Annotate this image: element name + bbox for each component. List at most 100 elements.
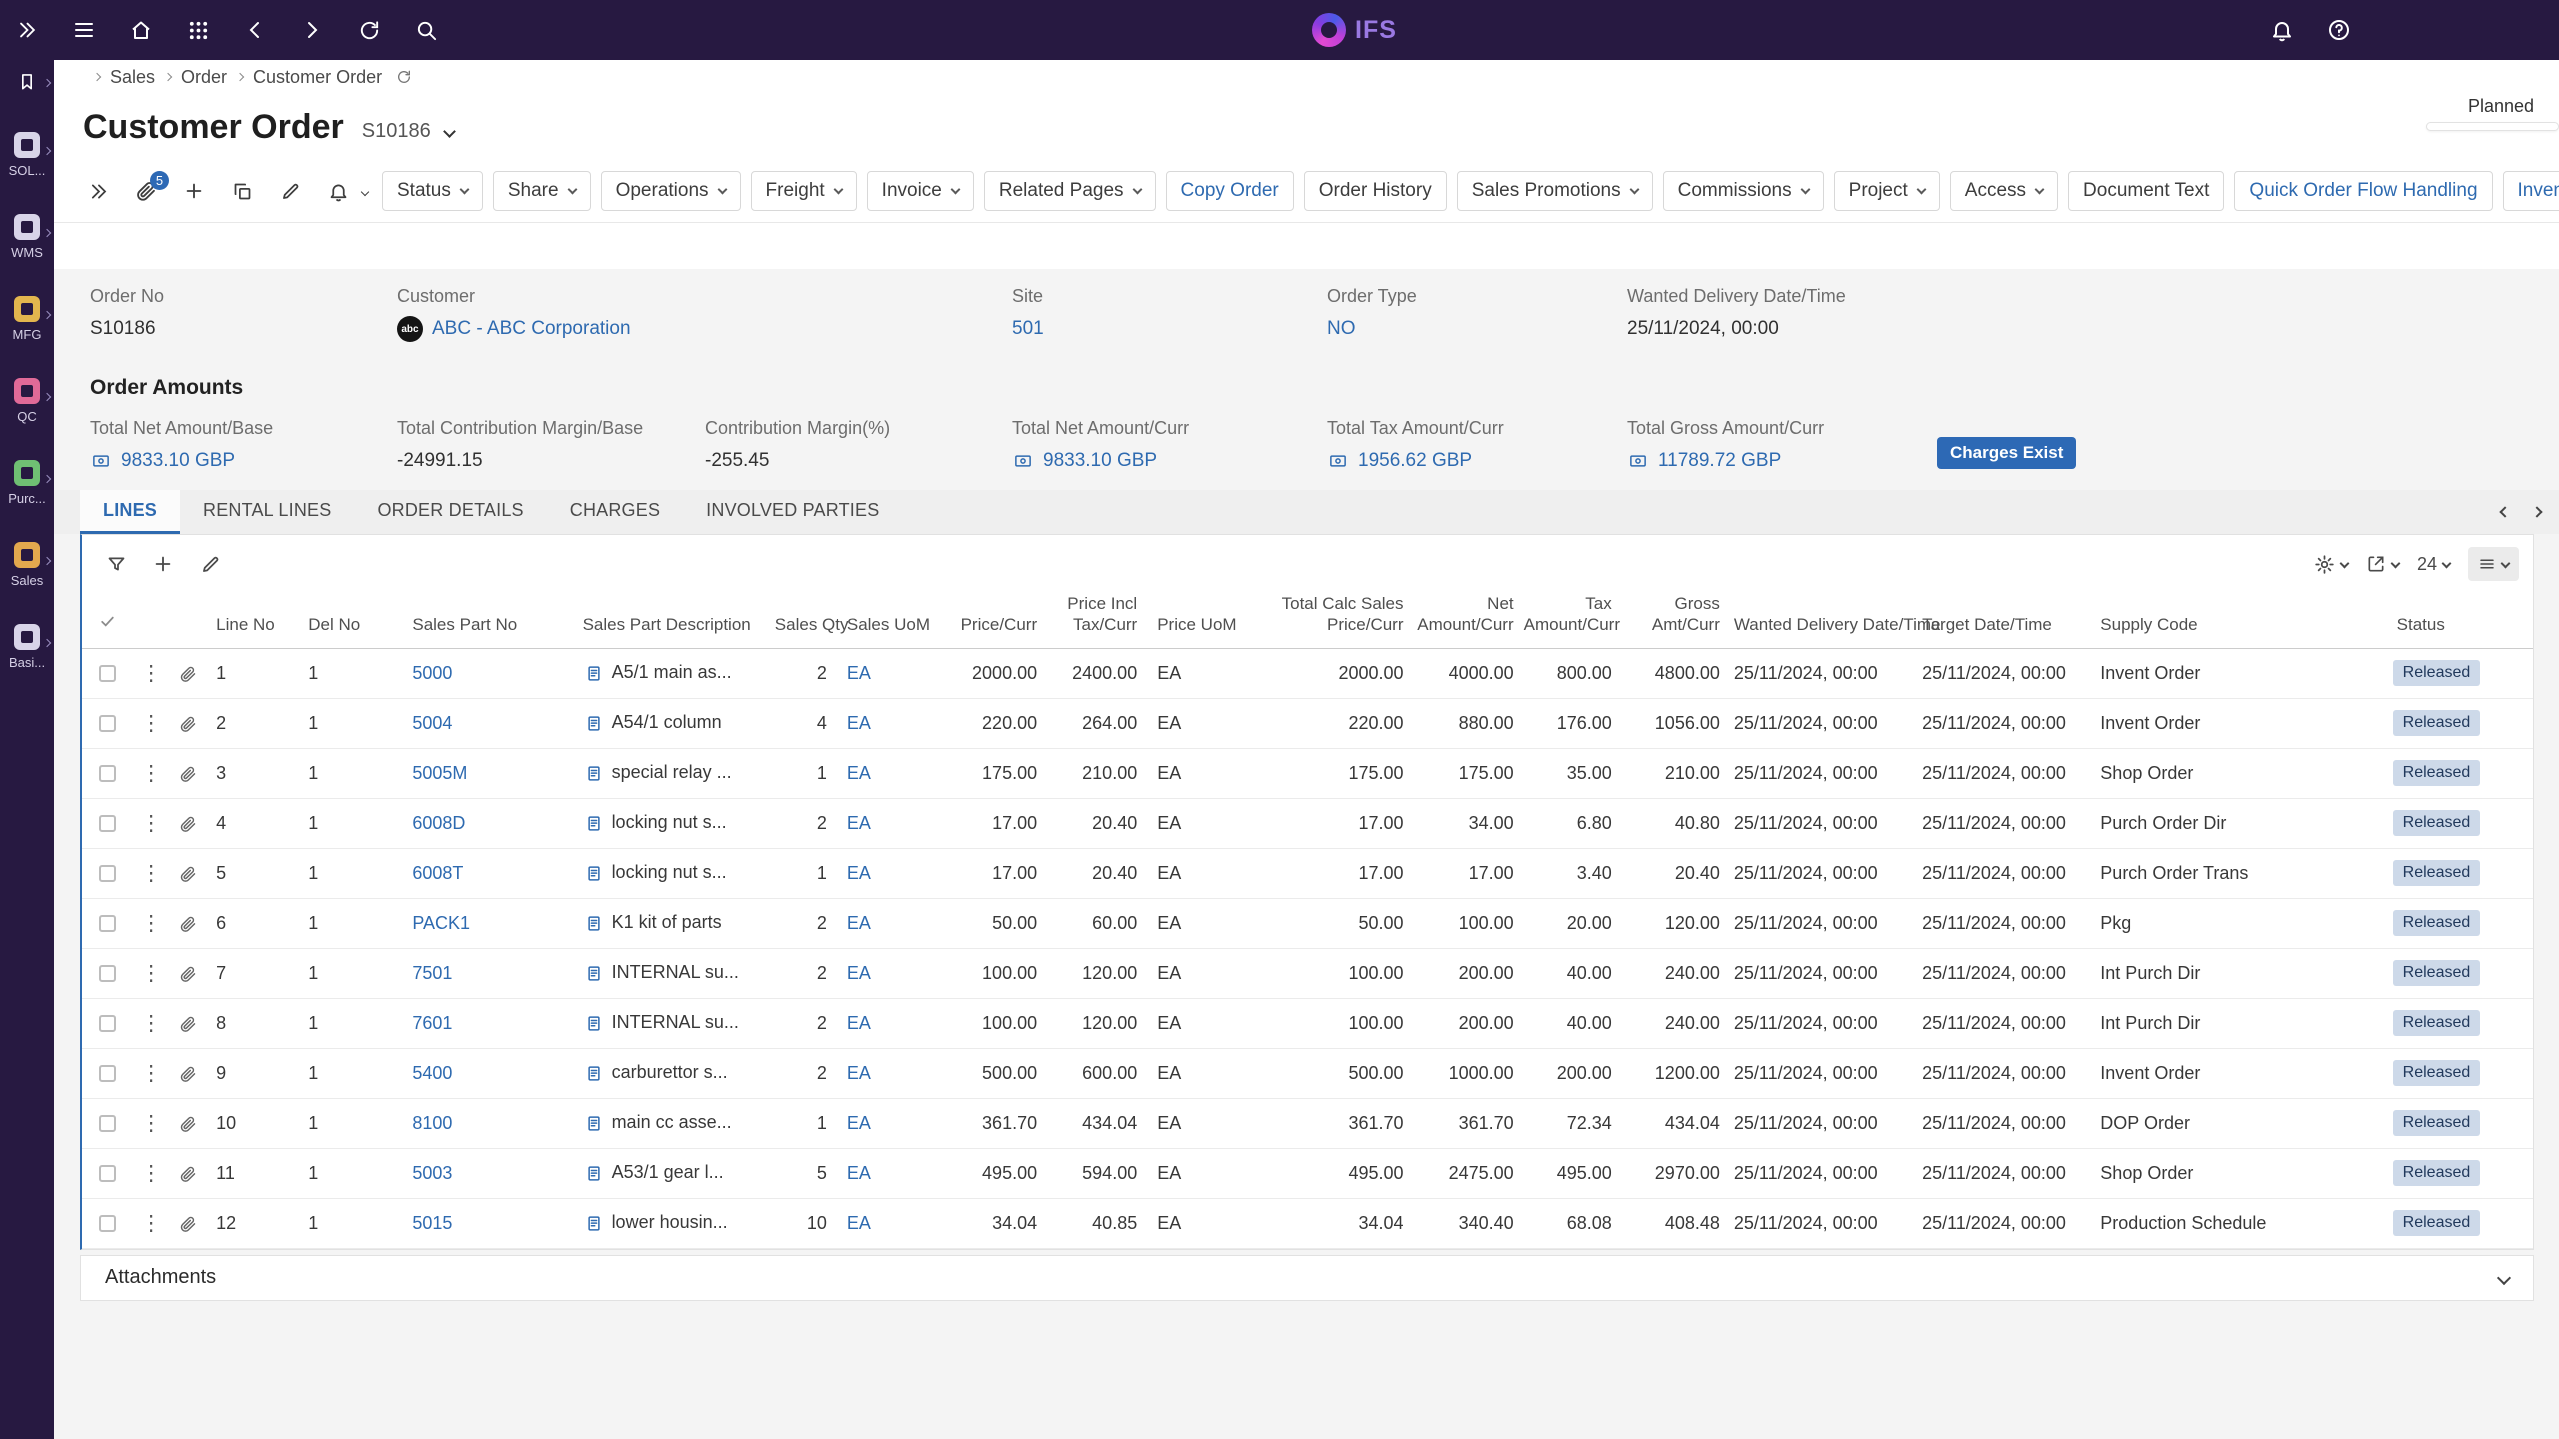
row-menu-kebab-icon[interactable]: ⋮	[141, 912, 162, 935]
sidebar-item[interactable]: MFG	[0, 296, 54, 342]
sidebar-expand-icon[interactable]	[5, 8, 49, 52]
row-attachment-paperclip-icon[interactable]	[179, 915, 197, 933]
part-description-document-icon[interactable]	[585, 813, 603, 834]
tabs-scroll-right-icon[interactable]	[2533, 508, 2541, 516]
row-menu-kebab-icon[interactable]: ⋮	[141, 1162, 162, 1185]
row-menu-kebab-icon[interactable]: ⋮	[141, 1212, 162, 1235]
cell-part-no-link[interactable]: 5000	[412, 663, 452, 683]
row-attachment-paperclip-icon[interactable]	[179, 715, 197, 733]
attachments-expand-chevron-icon[interactable]	[2499, 1273, 2509, 1283]
command-button[interactable]: Related Pages	[984, 171, 1156, 211]
row-menu-kebab-icon[interactable]: ⋮	[141, 812, 162, 835]
column-del-no[interactable]: Del No	[296, 593, 404, 648]
forward-icon[interactable]	[290, 8, 334, 52]
cell-sales-uom-link[interactable]: EA	[847, 713, 871, 733]
breadcrumb-link[interactable]: Order	[181, 67, 227, 88]
sidebar-item[interactable]: Purc...	[0, 460, 54, 506]
cell-part-no-link[interactable]: PACK1	[412, 913, 470, 933]
row-menu-kebab-icon[interactable]: ⋮	[141, 962, 162, 985]
field-value[interactable]: 9833.10 GBP	[1043, 450, 1157, 472]
subscribe-bell-icon[interactable]	[318, 171, 358, 211]
column-line-no[interactable]: Line No	[208, 593, 296, 648]
row-checkbox[interactable]	[99, 815, 116, 832]
charges-exist-button[interactable]: Charges Exist	[1937, 437, 2076, 469]
field-value[interactable]: 9833.10 GBP	[121, 450, 235, 472]
part-description-document-icon[interactable]	[585, 1113, 603, 1134]
breadcrumb-refresh-icon[interactable]	[396, 69, 412, 85]
tabs-scroll-left-icon[interactable]	[2501, 508, 2509, 516]
field-value[interactable]: 1956.62 GBP	[1358, 450, 1472, 472]
row-attachment-paperclip-icon[interactable]	[179, 1015, 197, 1033]
cell-sales-uom-link[interactable]: EA	[847, 663, 871, 683]
column-net-amount[interactable]: NetAmount/Curr	[1406, 593, 1516, 648]
part-description-document-icon[interactable]	[585, 1013, 603, 1034]
part-description-document-icon[interactable]	[585, 1213, 603, 1234]
row-attachment-paperclip-icon[interactable]	[179, 1115, 197, 1133]
command-button[interactable]: Document Text	[2068, 171, 2224, 211]
command-button[interactable]: Inventory Transactions	[2503, 171, 2559, 211]
cell-part-no-link[interactable]: 6008T	[412, 863, 463, 883]
cell-sales-uom-link[interactable]: EA	[847, 763, 871, 783]
attachments-paperclip-icon[interactable]: 5	[126, 171, 166, 211]
sidebar-item[interactable]: SOL...	[0, 132, 54, 178]
column-description[interactable]: Sales Part Description	[575, 593, 767, 648]
cell-sales-uom-link[interactable]: EA	[847, 1163, 871, 1183]
view-mode-selector[interactable]	[2468, 547, 2519, 581]
column-price-uom[interactable]: Price UoM	[1139, 593, 1227, 648]
column-target-date[interactable]: Target Date/Time	[1910, 593, 2088, 648]
column-sales-part-no[interactable]: Sales Part No	[404, 593, 574, 648]
row-attachment-paperclip-icon[interactable]	[179, 765, 197, 783]
breadcrumb-link[interactable]: Sales	[110, 67, 155, 88]
attachments-section[interactable]: Attachments	[80, 1255, 2534, 1301]
field-value[interactable]: ABC - ABC Corporation	[432, 318, 631, 340]
duplicate-icon[interactable]	[222, 171, 262, 211]
sidebar-item[interactable]: WMS	[0, 214, 54, 260]
tab[interactable]: CHARGES	[547, 490, 683, 534]
command-button[interactable]: Freight	[751, 171, 857, 211]
command-button[interactable]: Order History	[1304, 171, 1447, 211]
row-checkbox[interactable]	[99, 765, 116, 782]
command-button[interactable]: Operations	[601, 171, 741, 211]
part-description-document-icon[interactable]	[585, 913, 603, 934]
page-size-selector[interactable]: 24	[2417, 554, 2450, 575]
notifications-bell-icon[interactable]	[2260, 8, 2304, 52]
part-description-document-icon[interactable]	[585, 663, 603, 684]
cell-sales-uom-link[interactable]: EA	[847, 1113, 871, 1133]
column-price-incl-tax[interactable]: Price InclTax/Curr	[1039, 593, 1139, 648]
row-attachment-paperclip-icon[interactable]	[179, 665, 197, 683]
part-description-document-icon[interactable]	[585, 1163, 603, 1184]
command-button[interactable]: Project	[1834, 171, 1940, 211]
row-menu-kebab-icon[interactable]: ⋮	[141, 862, 162, 885]
row-attachment-paperclip-icon[interactable]	[179, 815, 197, 833]
command-button[interactable]: Status	[382, 171, 483, 211]
column-tax-amount[interactable]: TaxAmount/Curr	[1516, 593, 1614, 648]
expand-toolbar-icon[interactable]	[78, 171, 118, 211]
cell-part-no-link[interactable]: 5400	[412, 1063, 452, 1083]
sidebar-item[interactable]: QC	[0, 378, 54, 424]
breadcrumb-link[interactable]: Customer Order	[253, 67, 382, 88]
cell-part-no-link[interactable]: 5004	[412, 713, 452, 733]
row-attachment-paperclip-icon[interactable]	[179, 1165, 197, 1183]
row-menu-kebab-icon[interactable]: ⋮	[141, 1112, 162, 1135]
row-menu-kebab-icon[interactable]: ⋮	[141, 1012, 162, 1035]
add-line-icon[interactable]	[143, 544, 183, 584]
row-menu-kebab-icon[interactable]: ⋮	[141, 662, 162, 685]
command-button[interactable]: Invoice	[867, 171, 974, 211]
sidebar-item[interactable]: Basi...	[0, 624, 54, 670]
bell-caret-icon[interactable]	[362, 182, 368, 200]
home-icon[interactable]	[119, 8, 163, 52]
part-description-document-icon[interactable]	[585, 713, 603, 734]
row-menu-kebab-icon[interactable]: ⋮	[141, 762, 162, 785]
part-description-document-icon[interactable]	[585, 963, 603, 984]
field-value[interactable]: NO	[1327, 318, 1356, 340]
cell-part-no-link[interactable]: 5015	[412, 1213, 452, 1233]
sidebar-item-bookmarks[interactable]	[0, 72, 54, 92]
part-description-document-icon[interactable]	[585, 1063, 603, 1084]
cell-sales-uom-link[interactable]: EA	[847, 1213, 871, 1233]
cell-part-no-link[interactable]: 7501	[412, 963, 452, 983]
row-menu-kebab-icon[interactable]: ⋮	[141, 1062, 162, 1085]
row-checkbox[interactable]	[99, 1015, 116, 1032]
part-description-document-icon[interactable]	[585, 863, 603, 884]
command-button[interactable]: Sales Promotions	[1457, 171, 1653, 211]
cell-sales-uom-link[interactable]: EA	[847, 863, 871, 883]
